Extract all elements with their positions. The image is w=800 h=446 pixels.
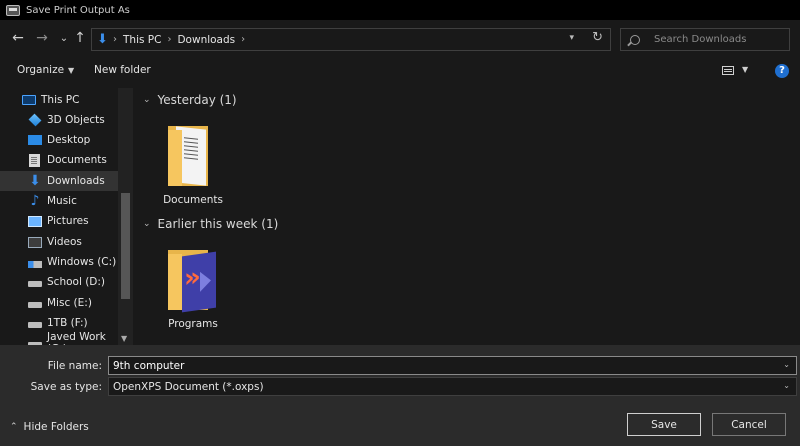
organize-label: Organize [17,64,65,76]
pictures-icon [28,215,42,227]
group-header-earlier-this-week[interactable]: ⌄ Earlier this week (1) [143,217,278,231]
music-icon: ♪ [30,193,40,209]
group-header-label: Earlier this week (1) [157,217,279,231]
search-icon [630,34,640,45]
group-header-label: Yesterday (1) [157,93,237,107]
title-bar: Save Print Output As [0,0,800,20]
sidebar-item-label: Pictures [47,215,89,227]
sidebar-item-label: 1TB (F:) [47,317,88,329]
file-name-label: File name: [47,360,102,372]
app-icon [6,4,20,16]
sidebar-item-label: Downloads [47,175,105,187]
search-input[interactable] [654,34,784,45]
breadcrumb-downloads[interactable]: Downloads [177,34,235,46]
sidebar-item-label: Desktop [47,134,91,146]
save-button[interactable]: Save [627,413,701,436]
sidebar-item-pictures[interactable]: Pictures [0,211,118,231]
breadcrumb-separator-icon: › [113,34,117,45]
file-item-documents[interactable]: Documents [153,122,233,214]
sidebar-scrollbar[interactable]: ▼ [118,88,133,345]
view-options-chevron-icon[interactable]: ▼ [742,65,748,74]
group-header-yesterday[interactable]: ⌄ Yesterday (1) [143,93,237,107]
back-arrow-icon[interactable]: ← [9,29,27,47]
navigation-bar: ← → ⌄ ↑ ⬇ › This PC › Downloads › ▾ ↻ [0,20,800,58]
file-item-programs[interactable]: Programs [153,246,233,338]
sidebar-item-windows-c[interactable]: Windows (C:) [0,252,118,272]
this-pc-icon [22,95,36,105]
organize-button[interactable]: Organize ▼ [17,64,74,76]
sidebar-item-label: Documents [47,154,107,166]
breadcrumb-separator-icon: › [167,34,172,45]
downloads-location-icon: ⬇ [97,31,108,47]
address-dropdown-chevron-icon[interactable]: ▾ [569,33,574,43]
file-name-combobox[interactable]: ⌄ [108,356,797,375]
drive-icon [28,281,42,287]
scroll-down-arrow-icon[interactable]: ▼ [121,334,127,343]
help-icon[interactable]: ? [775,64,789,78]
new-folder-button[interactable]: New folder [94,64,151,76]
save-as-type-select[interactable]: OpenXPS Document (*.oxps) ⌄ [108,377,797,396]
save-as-type-value: OpenXPS Document (*.oxps) [113,380,264,393]
file-name-dropdown-chevron-icon[interactable]: ⌄ [783,360,790,369]
sidebar-item-1tb-f[interactable]: 1TB (F:) [0,313,118,333]
cancel-button[interactable]: Cancel [712,413,786,436]
drive-icon [28,322,42,328]
sidebar-item-label: School (D:) [47,276,106,288]
file-item-label: Documents [163,194,223,206]
sidebar-item-videos[interactable]: Videos [0,232,118,252]
sidebar-item-school-d[interactable]: School (D:) [0,272,118,292]
desktop-icon [28,135,42,145]
sidebar-item-3d-objects[interactable]: 3D Objects [0,110,118,130]
up-arrow-icon[interactable]: ↑ [71,29,89,47]
sidebar-item-label: Windows (C:) [47,256,117,268]
sidebar-item-label: This PC [41,94,80,106]
search-box[interactable] [620,28,790,51]
save-form-area: File name: ⌄ Save as type: OpenXPS Docum… [0,345,800,446]
sidebar-item-label: Javed Work (G:) [47,331,106,345]
3d-objects-icon [28,113,42,127]
downloads-icon: ⬇ [29,173,41,189]
sidebar-item-documents[interactable]: Documents [0,150,118,170]
sidebar-item-misc-e[interactable]: Misc (E:) [0,293,118,313]
chevron-up-icon: ⌃ [10,422,18,432]
sidebar-item-desktop[interactable]: Desktop [0,130,118,150]
sidebar-item-downloads[interactable]: ⬇ Downloads [0,171,118,191]
collapse-chevron-icon: ⌄ [143,95,151,105]
sidebar-scrollbar-thumb[interactable] [121,193,130,299]
address-bar[interactable]: ⬇ › This PC › Downloads › ▾ ↻ [91,28,611,51]
save-as-type-chevron-icon: ⌄ [783,381,790,390]
navigation-pane: This PC 3D Objects Desktop Documents ⬇ D… [0,88,133,345]
breadcrumb-this-pc[interactable]: This PC [123,34,161,46]
sidebar-item-this-pc[interactable]: This PC [0,90,118,110]
sidebar-item-label: Misc (E:) [47,297,92,309]
hide-folders-button[interactable]: ⌃ Hide Folders [10,421,89,433]
videos-icon [28,236,42,248]
drive-icon [28,302,42,308]
command-toolbar: Organize ▼ New folder ▼ ? [0,58,800,84]
window-title: Save Print Output As [26,4,130,16]
file-item-label: Programs [168,318,218,330]
refresh-icon[interactable]: ↻ [592,30,603,45]
forward-arrow-icon[interactable]: → [33,29,51,47]
hide-folders-label: Hide Folders [23,421,89,433]
windows-drive-icon [28,260,42,268]
sidebar-item-label: 3D Objects [47,114,105,126]
programs-folder-icon [166,246,220,313]
sidebar-item-label: Music [47,195,77,207]
sidebar-item-label: Videos [47,236,82,248]
sidebar-item-javed-work-g[interactable]: Javed Work (G:) [0,331,118,345]
file-name-input[interactable] [113,359,773,372]
change-view-icon[interactable] [722,66,734,75]
breadcrumb-separator-icon: › [241,34,246,45]
sidebar-item-music[interactable]: ♪ Music [0,191,118,211]
save-as-type-label: Save as type: [30,381,102,393]
documents-folder-icon [166,122,220,188]
collapse-chevron-icon: ⌄ [143,219,151,229]
organize-chevron-icon: ▼ [68,66,75,75]
documents-icon [29,153,40,167]
file-list: ⌄ Yesterday (1) Documents ⌄ Earlier this… [137,84,800,345]
